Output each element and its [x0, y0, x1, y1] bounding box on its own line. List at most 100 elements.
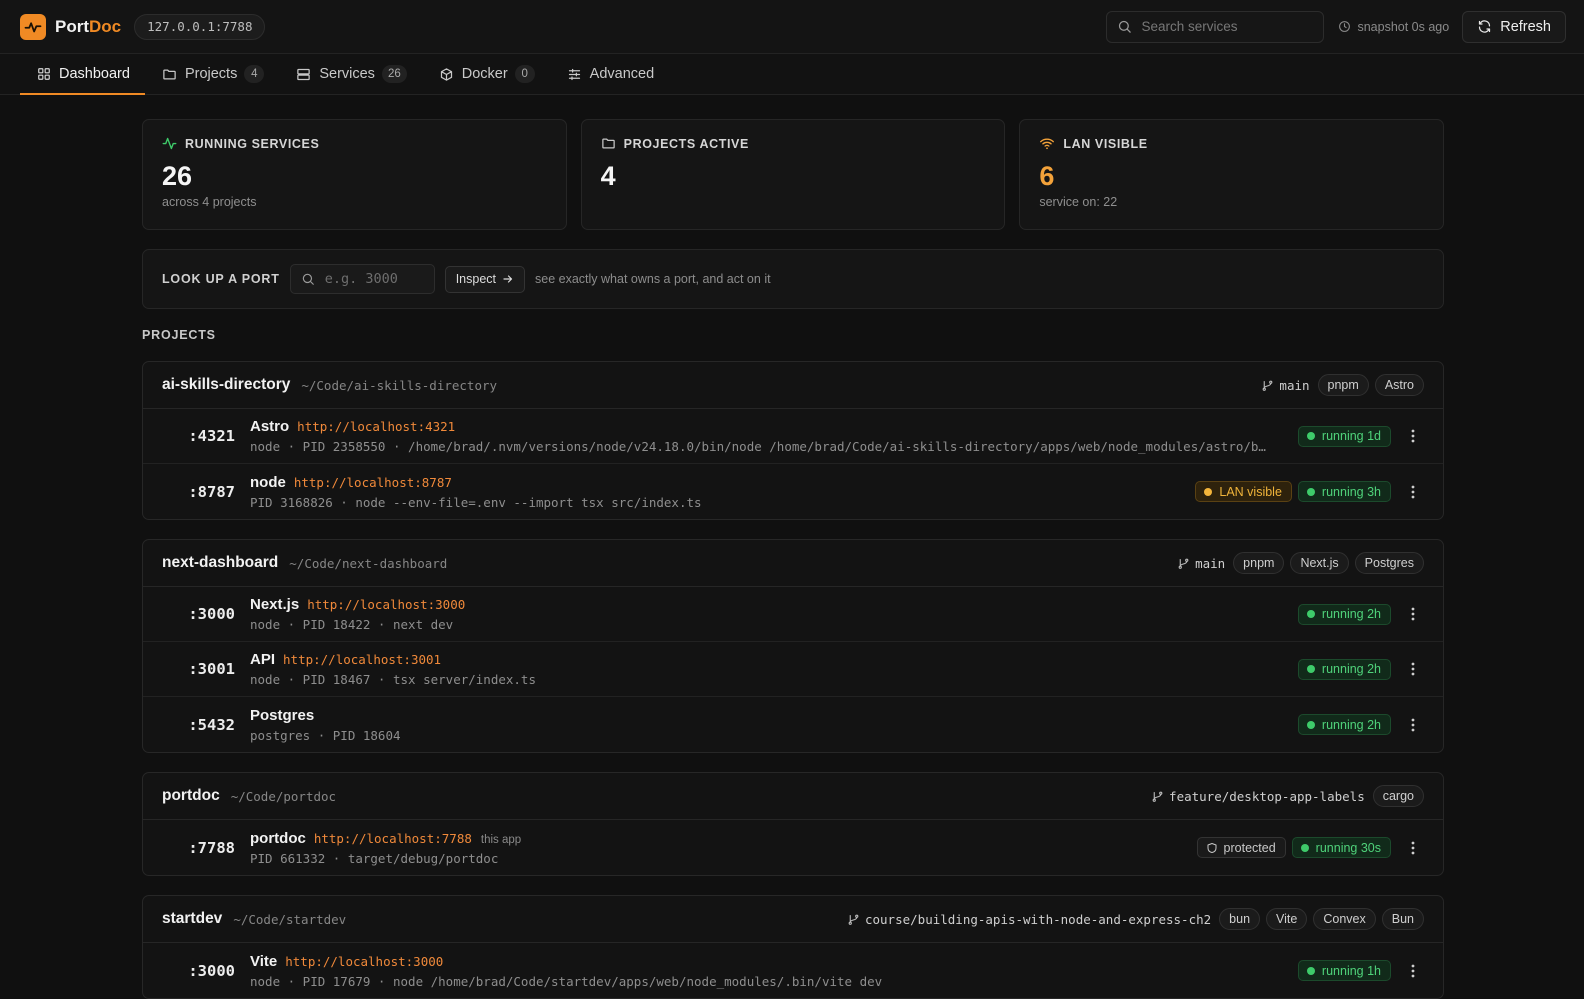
git-branch: main — [1261, 378, 1310, 393]
service-row[interactable]: :3000 Vite http://localhost:3000 node · … — [143, 943, 1443, 998]
project-path: ~/Code/ai-skills-directory — [301, 377, 498, 393]
project-card: portdoc ~/Code/portdoc feature/desktop-a… — [142, 772, 1444, 876]
project-card: next-dashboard ~/Code/next-dashboard mai… — [142, 539, 1444, 753]
service-name: portdoc — [250, 829, 306, 847]
search-icon — [302, 273, 314, 285]
service-url-link[interactable]: http://localhost:7788 — [314, 831, 472, 846]
service-command: PID 661332 · target/debug/portdoc — [250, 850, 499, 866]
more-options-icon[interactable] — [1395, 964, 1431, 978]
project-tag: Bun — [1381, 908, 1424, 930]
git-branch-icon — [848, 914, 859, 925]
service-row[interactable]: :8787 node http://localhost:8787 PID 316… — [143, 464, 1443, 519]
service-command: node · PID 18467 · tsx server/index.ts — [250, 672, 536, 687]
project-card: ai-skills-directory ~/Code/ai-skills-dir… — [142, 361, 1444, 520]
service-command: postgres · PID 18604 — [250, 727, 401, 743]
project-tag: pnpm — [1317, 374, 1369, 396]
projects-count: 4 — [244, 65, 265, 83]
more-options-icon[interactable] — [1395, 429, 1431, 443]
project-name[interactable]: portdoc — [162, 787, 220, 805]
services-count: 26 — [381, 65, 407, 83]
stat-projects-active: PROJECTS ACTIVE 4 — [580, 119, 1006, 230]
activity-icon — [162, 137, 177, 150]
tab-projects[interactable]: Projects 4 — [145, 54, 279, 94]
more-options-icon[interactable] — [1395, 718, 1431, 732]
project-tag: Convex — [1313, 908, 1376, 930]
grid-icon — [38, 68, 50, 80]
service-port: :8787 — [188, 482, 235, 501]
running-services-value: 26 — [162, 161, 193, 191]
host-address: 127.0.0.1:7788 — [134, 13, 266, 40]
service-name: Postgres — [250, 706, 315, 724]
tab-docker[interactable]: Docker 0 — [422, 54, 550, 94]
project-tag: Astro — [1374, 374, 1424, 396]
protected-badge: protected — [1196, 837, 1286, 858]
tab-advanced[interactable]: Advanced — [550, 54, 670, 94]
folder-icon — [163, 69, 176, 79]
pulse-logo-icon — [20, 13, 46, 40]
project-name[interactable]: startdev — [162, 910, 222, 928]
more-options-icon[interactable] — [1395, 485, 1431, 499]
wifi-icon — [1040, 138, 1055, 150]
lan-visible-value: 6 — [1039, 161, 1055, 191]
port-lookup: LOOK UP A PORT e.g. 3000 Inspect see exa… — [142, 249, 1444, 309]
service-command: node · PID 2358550 · /home/brad/.nvm/ver… — [250, 439, 1266, 454]
status-badge: running 30s — [1291, 837, 1391, 858]
status-badge: running 2h — [1297, 714, 1391, 735]
app-brand: PortDoc — [55, 16, 122, 36]
lan-visible-badge: LAN visible — [1195, 481, 1292, 502]
search-input[interactable]: Search services — [1106, 10, 1325, 43]
project-tag: cargo — [1372, 785, 1424, 807]
service-command: node · PID 17679 · node /home/brad/Code/… — [250, 973, 883, 989]
more-options-icon[interactable] — [1395, 662, 1431, 676]
service-port: :7788 — [188, 838, 235, 857]
shield-icon — [1207, 842, 1217, 853]
service-port: :4321 — [188, 427, 235, 445]
tab-services[interactable]: Services 26 — [279, 54, 421, 94]
stat-lan-visible: LAN VISIBLE 6 service on: 22 — [1019, 119, 1445, 230]
service-url-link[interactable]: http://localhost:4321 — [297, 419, 455, 434]
git-branch-icon — [1178, 558, 1189, 569]
project-tag: pnpm — [1233, 552, 1285, 574]
more-options-icon[interactable] — [1395, 841, 1431, 855]
git-branch-icon — [1263, 380, 1273, 391]
stat-running-services: RUNNING SERVICES 26 across 4 projects — [142, 119, 567, 230]
service-row[interactable]: :5432 Postgres postgres · PID 18604 runn… — [143, 697, 1443, 752]
service-row[interactable]: :3000 Next.js http://localhost:3000 node… — [143, 587, 1443, 642]
project-path: ~/Code/portdoc — [230, 788, 337, 804]
service-row[interactable]: :7788 portdoc http://localhost:7788 this… — [143, 820, 1443, 875]
top-bar: PortDoc 127.0.0.1:7788 Search services s… — [0, 0, 1584, 54]
status-badge: running 3h — [1297, 481, 1391, 502]
status-badge: running 1h — [1297, 960, 1391, 981]
project-name[interactable]: ai-skills-directory — [162, 376, 290, 394]
project-tag: bun — [1219, 908, 1261, 930]
tab-dashboard[interactable]: Dashboard — [20, 54, 145, 95]
more-options-icon[interactable] — [1395, 607, 1431, 621]
git-branch: feature/desktop-app-labels — [1151, 789, 1365, 804]
service-name: Vite — [250, 952, 278, 970]
refresh-button[interactable]: Refresh — [1462, 10, 1566, 43]
project-tag: Postgres — [1354, 552, 1424, 574]
search-icon — [1119, 20, 1132, 33]
service-name: Astro — [250, 418, 290, 435]
service-row[interactable]: :4321 Astro http://localhost:4321 node ·… — [143, 409, 1443, 464]
service-url-link[interactable]: http://localhost:3001 — [283, 652, 441, 667]
port-input[interactable]: e.g. 3000 — [289, 264, 435, 294]
service-row[interactable]: :3001 API http://localhost:3001 node · P… — [143, 642, 1443, 697]
arrow-right-icon — [503, 275, 513, 283]
project-path: ~/Code/next-dashboard — [289, 555, 448, 571]
project-name[interactable]: next-dashboard — [162, 554, 278, 572]
status-badge: running 2h — [1297, 658, 1391, 680]
lookup-label: LOOK UP A PORT — [162, 272, 280, 286]
service-port: :5432 — [188, 715, 235, 734]
service-name: Next.js — [250, 596, 300, 613]
service-port: :3000 — [188, 961, 235, 980]
service-url-link[interactable]: http://localhost:3000 — [307, 597, 465, 612]
inspect-button[interactable]: Inspect — [444, 265, 526, 293]
snapshot-status: snapshot 0s ago — [1338, 20, 1449, 34]
service-url-link[interactable]: http://localhost:3000 — [285, 954, 443, 969]
sliders-icon — [568, 68, 580, 80]
lookup-hint: see exactly what owns a port, and act on… — [535, 272, 771, 286]
clock-icon — [1339, 21, 1351, 32]
projects-active-value: 4 — [600, 161, 616, 191]
service-url-link[interactable]: http://localhost:8787 — [294, 475, 452, 490]
